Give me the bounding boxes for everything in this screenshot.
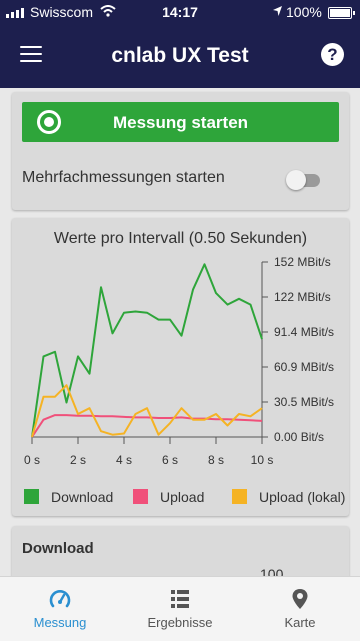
- nav-tab-messung[interactable]: Messung: [0, 577, 120, 641]
- y-tick-label: 0.00 Bit/s: [274, 430, 324, 444]
- x-tick-label: 8 s: [208, 453, 224, 467]
- x-tick-label: 10 s: [251, 453, 274, 467]
- help-icon[interactable]: ?: [321, 43, 344, 66]
- app-bar: cnlab UX Test ?: [0, 24, 360, 88]
- nav-label-karte: Karte: [284, 615, 316, 630]
- y-tick-label: 152 MBit/s: [274, 255, 331, 269]
- list-icon: [171, 590, 189, 608]
- x-tick-label: 0 s: [24, 453, 40, 467]
- multi-measurement-toggle[interactable]: [284, 168, 324, 192]
- bottom-nav: Messung Ergebnisse Karte: [0, 576, 360, 641]
- y-tick-label: 60.9 MBit/s: [274, 360, 334, 374]
- status-bar: Swisscom 14:17 100%: [0, 0, 360, 24]
- y-tick-label: 122 MBit/s: [274, 290, 331, 304]
- nav-tab-karte[interactable]: Karte: [240, 577, 360, 641]
- series-line-upload-lokal: [31, 384, 263, 438]
- legend-swatch: [24, 489, 39, 504]
- legend-label: Upload: [160, 489, 204, 505]
- x-tick-label: 4 s: [116, 453, 132, 467]
- y-tick-label: 91.4 MBit/s: [274, 325, 334, 339]
- map-pin-icon: [292, 589, 308, 609]
- measurement-controls-card: Messung starten Mehrfachmessungen starte…: [12, 92, 349, 210]
- multi-measurement-label: Mehrfachmessungen starten: [22, 169, 225, 186]
- download-card-title: Download: [22, 540, 94, 557]
- battery-icon: [328, 7, 355, 19]
- nav-label-messung: Messung: [33, 615, 87, 630]
- start-measurement-button[interactable]: Messung starten: [22, 102, 339, 142]
- legend-label: Download: [51, 489, 113, 505]
- legend-swatch: [133, 489, 148, 504]
- speedometer-icon: [49, 590, 71, 608]
- y-tick-label: 30.5 MBit/s: [274, 395, 334, 409]
- location-arrow-icon: [273, 6, 282, 16]
- interval-chart-card: Werte pro Intervall (0.50 Sekunden) 0.00…: [12, 218, 349, 516]
- nav-tab-ergebnisse[interactable]: Ergebnisse: [120, 577, 240, 641]
- interval-chart: 0.00 Bit/s 30.5 MBit/s 60.9 MBit/s 91.4 MBi…: [24, 255, 345, 505]
- x-tick-label: 6 s: [162, 453, 178, 467]
- series-line-download: [31, 263, 263, 438]
- x-tick-label: 2 s: [70, 453, 86, 467]
- nav-label-ergebnisse: Ergebnisse: [147, 615, 213, 630]
- legend-swatch: [232, 489, 247, 504]
- start-measurement-label: Messung starten: [112, 113, 249, 132]
- app-title: cnlab UX Test: [111, 44, 249, 67]
- battery-percent: 100%: [286, 4, 322, 20]
- legend-label: Upload (lokal): [259, 489, 345, 505]
